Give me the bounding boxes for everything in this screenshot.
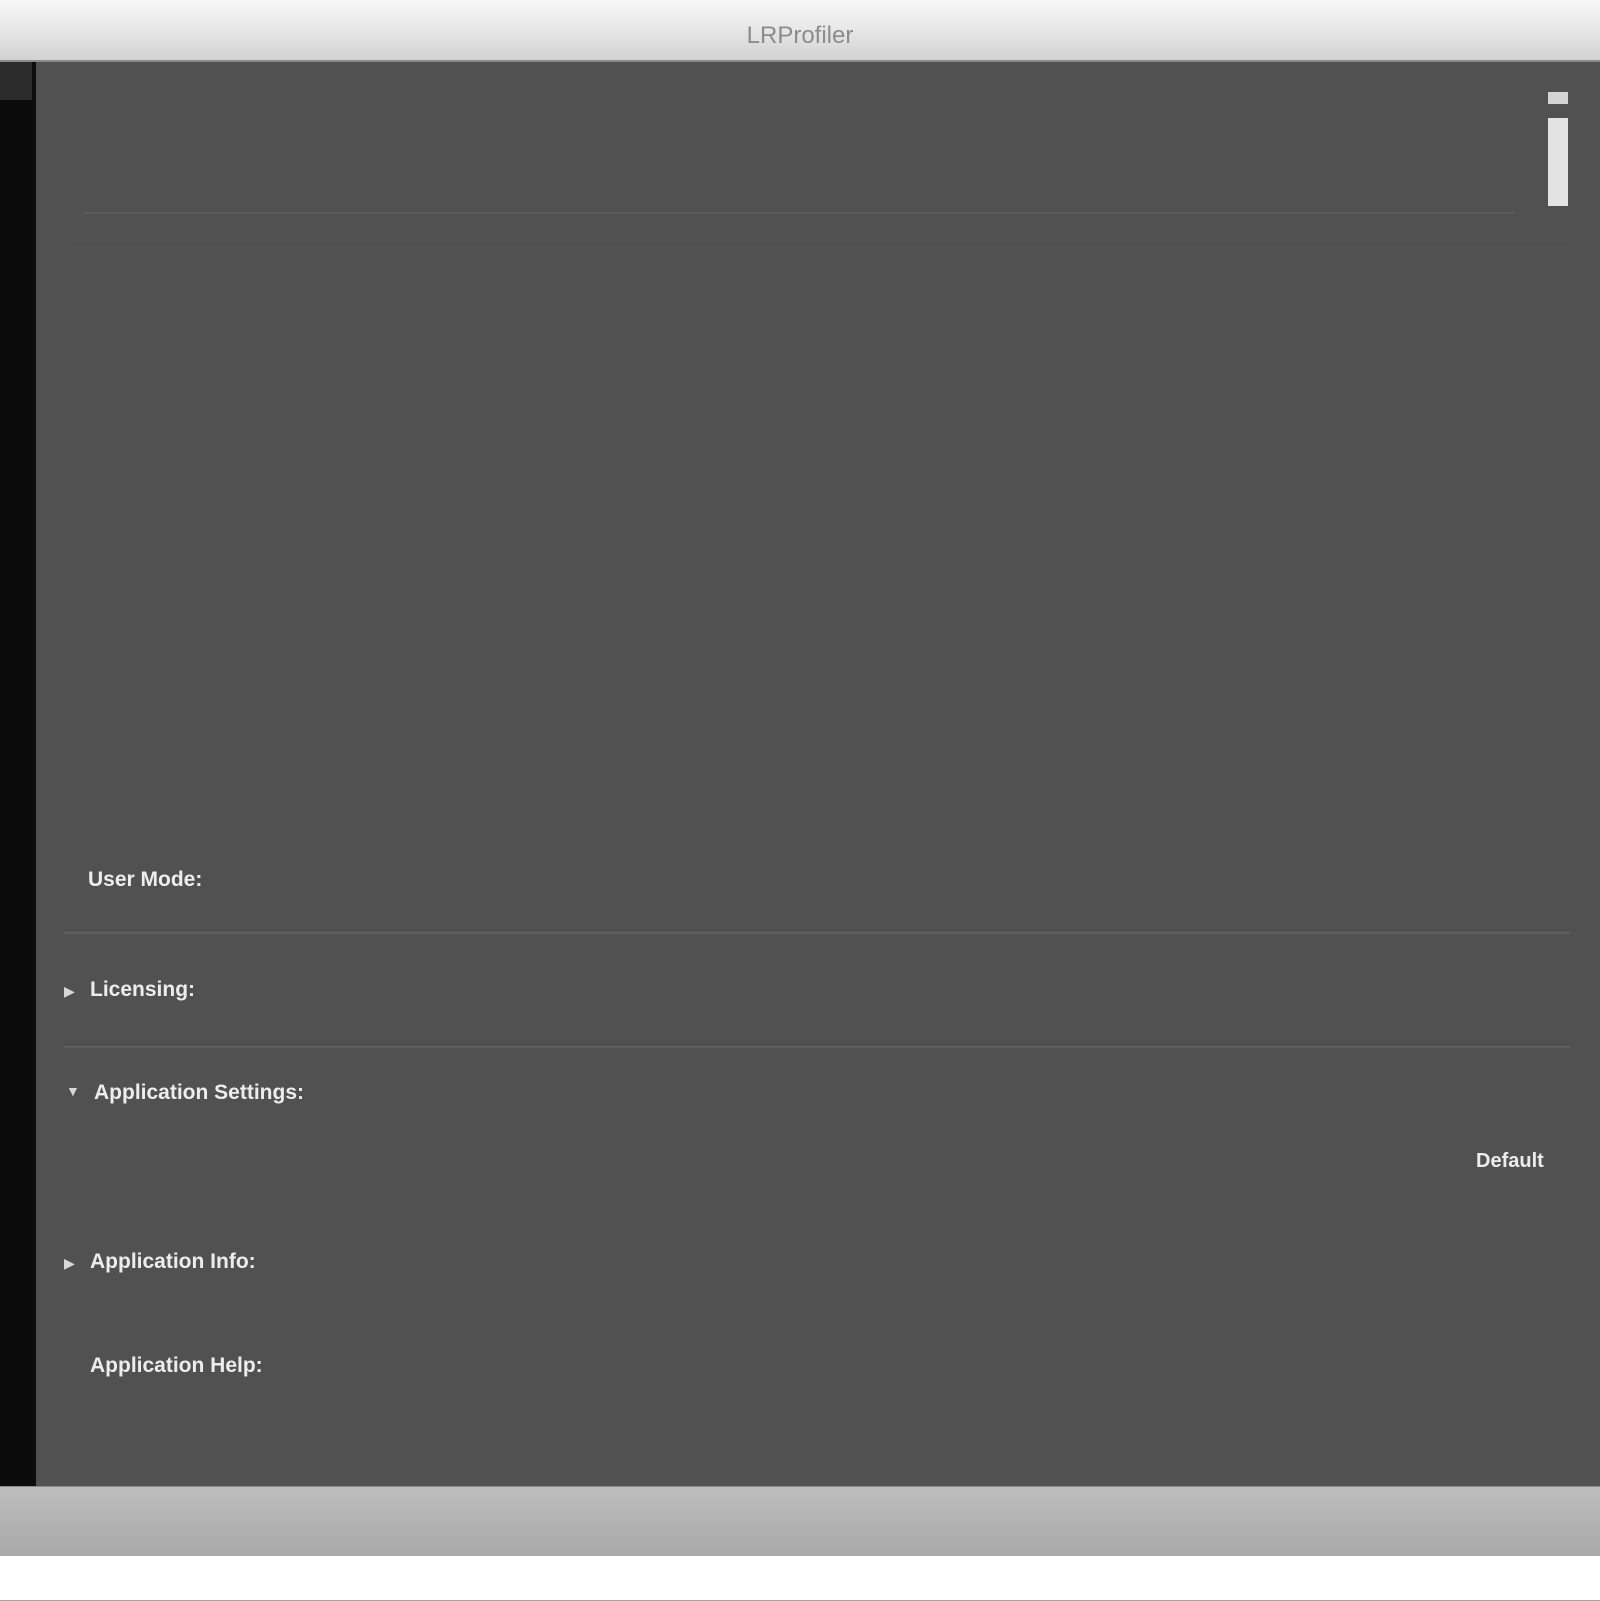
window-title: LRProfiler bbox=[746, 22, 854, 49]
application-settings-section-header[interactable]: Application Settings: bbox=[94, 1081, 304, 1105]
scrollbar-thumb[interactable] bbox=[1548, 118, 1568, 206]
header-divider bbox=[84, 212, 1514, 214]
window-bottom-edge bbox=[0, 1556, 1600, 1600]
scrollbar-arrow[interactable] bbox=[1548, 92, 1568, 104]
application-info-section-header[interactable]: Application Info: bbox=[90, 1250, 256, 1274]
default-setting-label: Default bbox=[1476, 1150, 1544, 1172]
sidebar-top-handle bbox=[0, 62, 32, 100]
header-divider-secondary bbox=[70, 246, 1570, 247]
user-mode-label: User Mode: bbox=[88, 868, 203, 891]
section-divider bbox=[64, 930, 1570, 934]
left-sidebar bbox=[0, 62, 36, 1486]
disclosure-triangle-right-icon[interactable]: ▶ bbox=[64, 1256, 75, 1270]
main-panel bbox=[36, 62, 1600, 1486]
vertical-scrollbar[interactable] bbox=[1548, 92, 1568, 208]
licensing-section-header[interactable]: Licensing: bbox=[90, 978, 195, 1002]
window-titlebar: LRProfiler bbox=[0, 0, 1600, 62]
application-help-label: Application Help: bbox=[90, 1354, 263, 1377]
disclosure-triangle-right-icon[interactable]: ▶ bbox=[64, 984, 75, 998]
section-divider bbox=[64, 1044, 1570, 1048]
disclosure-triangle-down-icon[interactable]: ▼ bbox=[66, 1084, 80, 1098]
